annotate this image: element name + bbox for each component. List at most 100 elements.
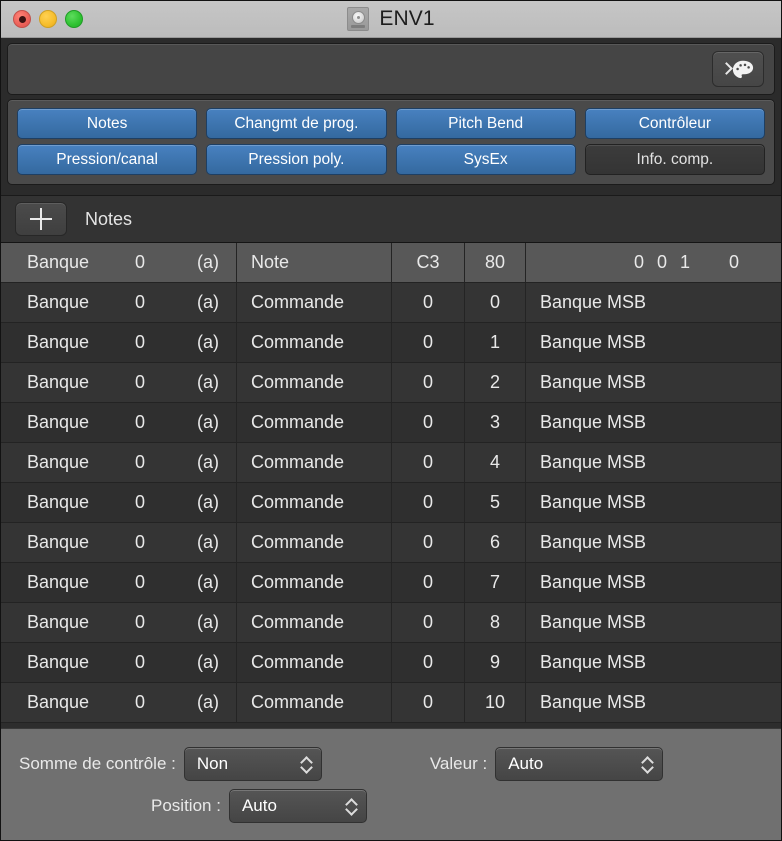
cell-description: Banque MSB: [540, 332, 647, 352]
cell-value-2: 4: [465, 443, 526, 482]
cell-value-1: 0: [392, 643, 465, 682]
cell-position: 0 0 1 0: [526, 243, 781, 282]
cell-bank: Banque 0 (a): [1, 683, 237, 722]
cell-value-1: 0: [392, 403, 465, 442]
event-button-controller[interactable]: Contrôleur: [584, 108, 765, 139]
event-button-notes[interactable]: Notes: [17, 108, 198, 139]
channel-label: (a): [197, 332, 219, 352]
cell-value-2: 3: [465, 403, 526, 442]
document-disc-icon: [347, 7, 370, 31]
channel-label: (a): [197, 652, 219, 672]
bank-label: Banque: [27, 452, 90, 472]
cell-value-2: 8: [465, 603, 526, 642]
table-row[interactable]: Banque 0 (a) Commande 0 4 Banque MSB: [1, 443, 781, 483]
add-event-button[interactable]: [15, 202, 67, 236]
value-label: Valeur :: [429, 754, 488, 773]
table-row[interactable]: Banque 0 (a) Commande 0 7 Banque MSB: [1, 563, 781, 603]
event-button-channel-pressure[interactable]: Pression/canal: [17, 144, 198, 175]
cell-bank: Banque 0 (a): [1, 403, 237, 442]
table-row[interactable]: Banque 0 (a) Commande 0 6 Banque MSB: [1, 523, 781, 563]
stepper-arrows-icon: [301, 756, 312, 772]
cell-event-type: Commande: [237, 483, 392, 522]
close-button[interactable]: [13, 10, 31, 28]
value-value: Auto: [508, 754, 544, 773]
cell-bank: Banque 0 (a): [1, 323, 237, 362]
cell-value-2: 2: [465, 363, 526, 402]
table-row[interactable]: Banque 0 (a) Commande 0 5 Banque MSB: [1, 483, 781, 523]
cell-value-1: 0: [392, 603, 465, 642]
table-row[interactable]: Banque 0 (a) Commande 0 1 Banque MSB: [1, 323, 781, 363]
zoom-button[interactable]: [65, 10, 83, 28]
bank-label: Banque: [27, 652, 90, 672]
cell-value-1: 0: [392, 323, 465, 362]
cell-value-2: 9: [465, 643, 526, 682]
cell-event-type: Commande: [237, 283, 392, 322]
cell-value-1: C3: [392, 243, 465, 282]
table-row[interactable]: Banque 0 (a) Commande 0 2 Banque MSB: [1, 363, 781, 403]
bank-number: 0: [135, 292, 146, 312]
bank-label: Banque: [27, 292, 90, 312]
stepper-arrows-icon: [346, 798, 357, 814]
bank-number: 0: [135, 532, 146, 552]
cell-value-2: 5: [465, 483, 526, 522]
bank-number: 0: [135, 452, 146, 472]
minimize-button[interactable]: [39, 10, 57, 28]
cell-description: Banque MSB: [540, 532, 647, 552]
channel-label: (a): [197, 532, 219, 552]
channel-label: (a): [197, 492, 219, 512]
cell-bank: Banque 0 (a): [1, 523, 237, 562]
table-row[interactable]: Banque 0 (a) Note C3 80 0 0 1 0: [1, 243, 781, 283]
bank-label: Banque: [27, 412, 90, 432]
cell-value-1: 0: [392, 363, 465, 402]
bank-label: Banque: [27, 252, 90, 272]
checksum-value: Non: [196, 754, 229, 773]
cell-value-1: 0: [392, 283, 465, 322]
bank-number: 0: [135, 652, 146, 672]
table-row[interactable]: Banque 0 (a) Commande 0 9 Banque MSB: [1, 643, 781, 683]
window-title: ENV1: [379, 7, 435, 30]
toolstrip-panel: [7, 43, 775, 95]
event-button-pitch-bend[interactable]: Pitch Bend: [395, 108, 576, 139]
bank-label: Banque: [27, 612, 90, 632]
cell-description: Banque MSB: [540, 452, 647, 472]
event-button-poly-pressure[interactable]: Pression poly.: [206, 144, 387, 175]
cell-bank: Banque 0 (a): [1, 283, 237, 322]
list-header-bar: Notes: [1, 195, 781, 243]
cell-bank: Banque 0 (a): [1, 563, 237, 602]
table-row[interactable]: Banque 0 (a) Commande 0 10 Banque MSB: [1, 683, 781, 723]
bank-label: Banque: [27, 492, 90, 512]
event-button-prog-change[interactable]: Changmt de prog.: [206, 108, 387, 139]
cell-event-type: Commande: [237, 683, 392, 722]
bank-label: Banque: [27, 692, 90, 712]
event-button-sysex[interactable]: SysEx: [395, 144, 576, 175]
cell-event-type: Commande: [237, 363, 392, 402]
bank-number: 0: [135, 572, 146, 592]
palette-button[interactable]: [712, 51, 764, 87]
position-popup[interactable]: Auto: [228, 789, 367, 823]
palette-icon: [732, 60, 754, 78]
position-bars: 0 0 1: [633, 252, 694, 272]
plus-icon: [30, 208, 52, 230]
event-table[interactable]: Banque 0 (a) Note C3 80 0 0 1 0 Banque 0 (a) Comman…: [1, 243, 781, 728]
cell-value-1: 0: [392, 483, 465, 522]
cell-event-type: Commande: [237, 603, 392, 642]
bottom-controls: Somme de contrôle : Non Valeur : Auto Po…: [1, 728, 781, 840]
event-button-additional-info[interactable]: Info. comp.: [584, 144, 765, 175]
table-row[interactable]: Banque 0 (a) Commande 0 0 Banque MSB: [1, 283, 781, 323]
position-value: Auto: [241, 796, 277, 815]
cell-event-type: Commande: [237, 523, 392, 562]
channel-label: (a): [197, 572, 219, 592]
value-popup[interactable]: Auto: [495, 747, 664, 781]
traffic-lights: [1, 10, 83, 28]
table-row[interactable]: Banque 0 (a) Commande 0 3 Banque MSB: [1, 403, 781, 443]
channel-label: (a): [197, 612, 219, 632]
table-row[interactable]: Banque 0 (a) Commande 0 8 Banque MSB: [1, 603, 781, 643]
bank-number: 0: [135, 252, 146, 272]
channel-label: (a): [197, 252, 219, 272]
cell-bank: Banque 0 (a): [1, 643, 237, 682]
bank-number: 0: [135, 492, 146, 512]
event-filter-panel: Notes Changmt de prog. Pitch Bend Contrô…: [7, 99, 775, 185]
bank-number: 0: [135, 372, 146, 392]
checksum-popup[interactable]: Non: [183, 747, 322, 781]
stepper-arrows-icon: [642, 756, 653, 772]
